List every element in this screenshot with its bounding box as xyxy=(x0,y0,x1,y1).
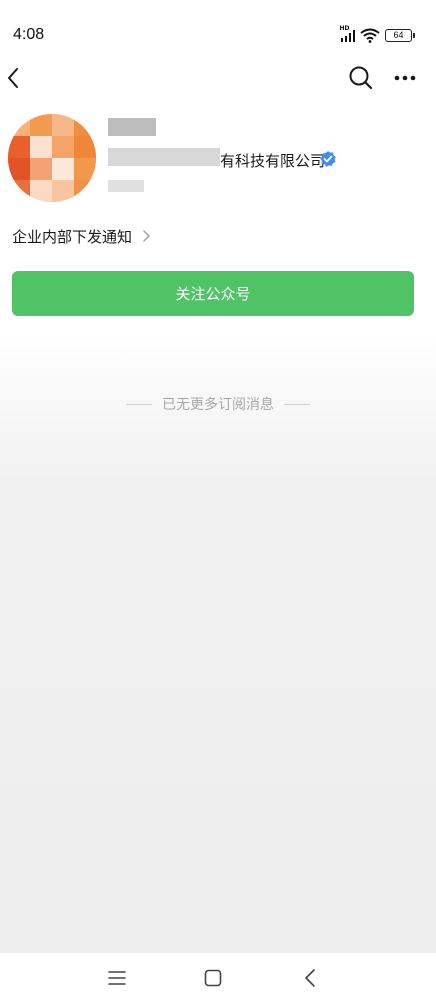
battery-icon: 64 xyxy=(385,29,415,42)
network-type: HD xyxy=(339,25,350,32)
back-icon[interactable] xyxy=(298,965,324,991)
divider xyxy=(126,403,152,405)
internal-notice-link[interactable]: 企业内部下发通知 xyxy=(12,226,152,246)
avatar-image xyxy=(8,114,96,202)
company-name: 有科技有限公司 xyxy=(220,152,326,170)
signal-icon: HD xyxy=(340,25,355,42)
account-id-blurred xyxy=(108,180,144,192)
follow-button[interactable]: 关注公众号 xyxy=(12,271,414,316)
status-icons: HD 64 xyxy=(340,25,415,43)
divider xyxy=(284,403,310,405)
home-icon[interactable] xyxy=(200,965,226,991)
search-icon[interactable] xyxy=(347,64,375,92)
feed-end-text: 已无更多订阅消息 xyxy=(162,397,274,413)
feed-end-marker: 已无更多订阅消息 xyxy=(0,394,436,414)
internal-notice-label: 企业内部下发通知 xyxy=(12,227,133,246)
chevron-right-icon xyxy=(143,230,151,242)
more-icon[interactable] xyxy=(392,64,420,92)
status-bar: 4:08 HD 64 xyxy=(0,0,436,60)
verified-badge-icon xyxy=(320,151,336,167)
system-nav-bar xyxy=(0,952,436,1001)
menu-icon[interactable] xyxy=(104,965,130,991)
avatar[interactable] xyxy=(8,114,96,202)
back-arrow-icon[interactable] xyxy=(4,63,34,93)
account-name-blurred xyxy=(108,118,156,136)
status-time: 4:08 xyxy=(13,26,45,43)
wifi-icon xyxy=(360,28,380,43)
company-name-blurred xyxy=(108,148,220,166)
